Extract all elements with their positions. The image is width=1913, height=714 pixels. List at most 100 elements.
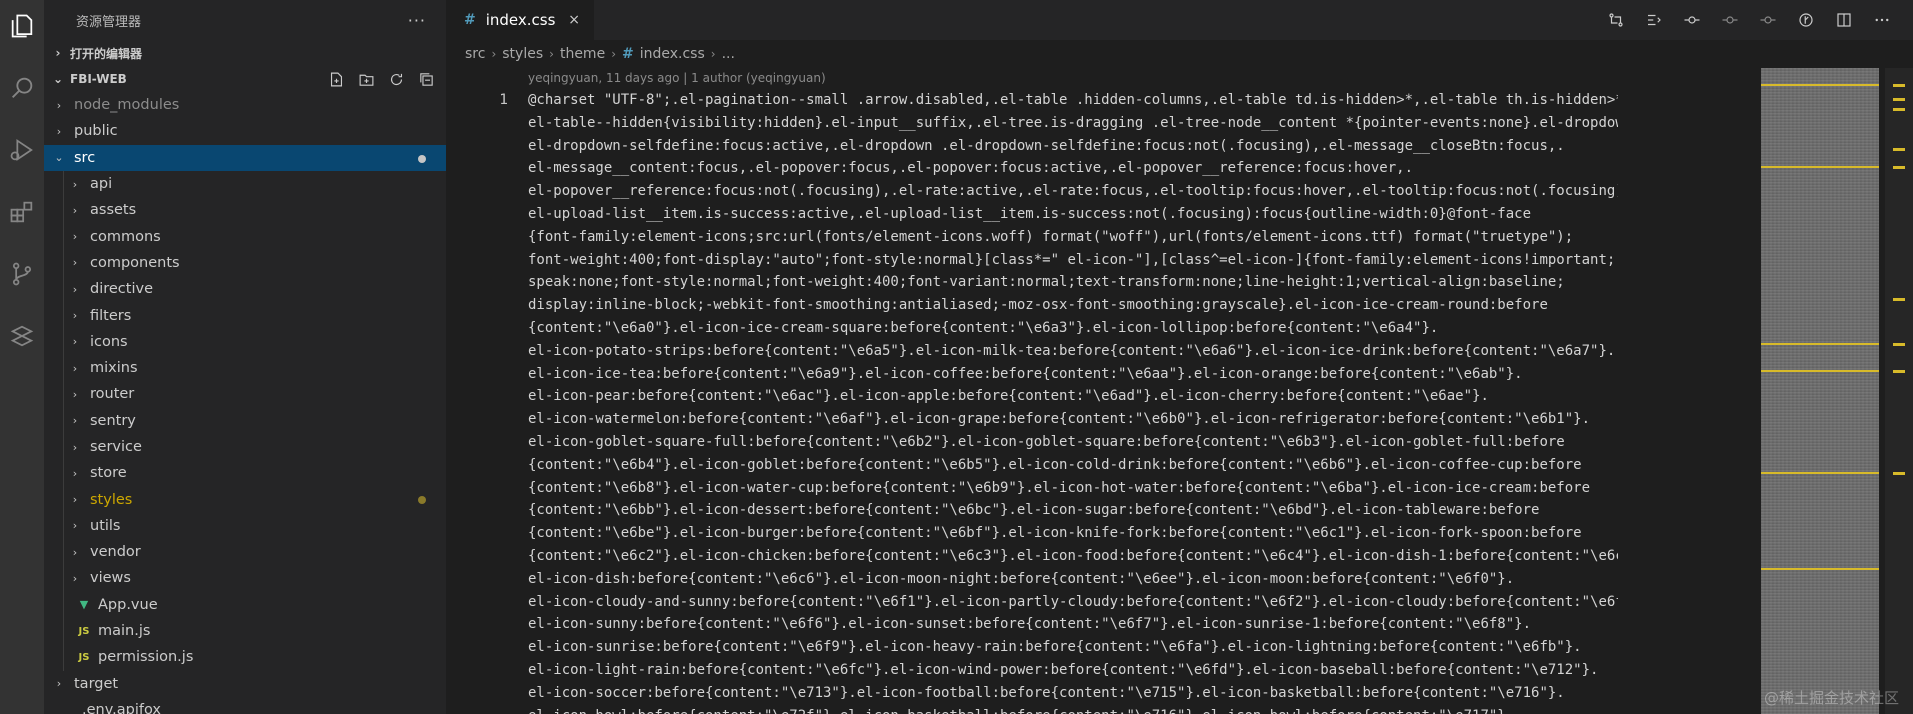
tree-folder[interactable]: › views	[44, 565, 446, 592]
code-line: font-weight:400;font-display:"auto";font…	[528, 251, 1616, 268]
chevron-right-icon: ›	[72, 545, 78, 559]
tab-label: index.css	[485, 11, 556, 29]
breadcrumb-item[interactable]: theme	[560, 46, 605, 62]
chevron-right-icon: ›	[72, 203, 78, 217]
scroll-marker	[1893, 84, 1905, 87]
navigate-icon[interactable]	[1757, 9, 1779, 31]
minimap-marker	[1761, 472, 1879, 474]
breadcrumb-item[interactable]: styles	[502, 46, 543, 62]
chevron-right-icon: ›	[72, 282, 78, 296]
go-back-icon[interactable]	[1681, 9, 1703, 31]
tree-folder[interactable]: › node_modules	[44, 92, 446, 118]
scroll-marker	[1893, 166, 1905, 169]
project-section[interactable]: ⌄ FBI-WEB	[44, 66, 446, 92]
git-blame-annotation[interactable]: yeqingyuan, 11 days ago | 1 author (yeqi…	[528, 71, 826, 85]
chevron-right-icon: ›	[549, 47, 554, 61]
more-actions-icon[interactable]	[1871, 9, 1893, 31]
explorer-title: 资源管理器	[76, 14, 142, 30]
more-actions-icon[interactable]: ···	[408, 11, 426, 30]
tree-folder[interactable]: › styles	[44, 486, 446, 513]
breadcrumb: src › styles › theme › # index.css › ...	[446, 40, 1913, 68]
tree-folder[interactable]: › target	[44, 671, 446, 697]
open-changes-icon[interactable]	[1643, 9, 1665, 31]
chevron-right-icon: ›	[56, 98, 62, 112]
file-tree: › node_modules › public ⌄ src › api › assets › comm…	[44, 92, 446, 714]
chevron-right-icon: ›	[72, 519, 78, 533]
tree-folder[interactable]: › sentry	[44, 407, 446, 434]
css-file-icon: #	[464, 12, 476, 28]
tree-folder[interactable]: › public	[44, 118, 446, 144]
open-editors-section[interactable]: › 打开的编辑器	[44, 40, 446, 66]
minimap-marker	[1761, 370, 1879, 372]
tree-folder[interactable]: › filters	[44, 302, 446, 329]
go-forward-icon[interactable]	[1719, 9, 1741, 31]
source-control-icon[interactable]	[6, 258, 38, 290]
indent-guide	[63, 591, 64, 618]
code-line: el-icon-cloudy-and-sunny:before{content:…	[528, 593, 1618, 610]
tab-index-css[interactable]: # index.css ×	[446, 0, 594, 40]
indent-guide	[63, 249, 64, 277]
scrollbar[interactable]	[1885, 68, 1913, 714]
breadcrumb-item[interactable]: ...	[722, 46, 735, 62]
project-actions	[326, 69, 436, 89]
tree-file[interactable]: ▼ App.vue	[44, 591, 446, 618]
code-line: el-icon-light-rain:before{content:"\e6fc…	[528, 661, 1599, 678]
code-line: el-icon-bowl:before{content:"\e72f"}.el-…	[528, 705, 1618, 714]
tree-file[interactable]: JS main.js	[44, 617, 446, 645]
minimap-marker	[1761, 84, 1879, 86]
tree-item-label: service	[90, 439, 142, 455]
tree-folder[interactable]: › components	[44, 249, 446, 277]
scroll-marker	[1893, 148, 1905, 151]
scroll-marker	[1893, 343, 1905, 346]
code-line: el-message__content:focus,.el-popover:fo…	[528, 160, 1414, 177]
code-content[interactable]: @charset "UTF-8";.el-pagination--small .…	[528, 89, 1618, 714]
code-line: el-icon-goblet-square-full:before{conten…	[528, 433, 1565, 450]
tree-folder[interactable]: › mixins	[44, 354, 446, 382]
chevron-right-icon: ›	[72, 414, 78, 428]
indent-guide	[63, 302, 64, 329]
run-debug-icon[interactable]	[6, 134, 38, 166]
indent-guide	[63, 407, 64, 434]
code-line: {content:"\e6c2"}.el-icon-chicken:before…	[528, 547, 1618, 564]
explorer-sidebar: 资源管理器 ··· › 打开的编辑器 ⌄ FBI-WEB › node_modul…	[44, 0, 446, 714]
search-icon[interactable]	[6, 72, 38, 104]
compare-changes-icon[interactable]	[1605, 9, 1627, 31]
split-editor-icon[interactable]	[1833, 9, 1855, 31]
remote-icon[interactable]	[6, 320, 38, 352]
tree-folder[interactable]: › service	[44, 433, 446, 461]
line-number: 1	[499, 92, 508, 108]
extensions-icon[interactable]	[6, 196, 38, 228]
chevron-right-icon: ›	[72, 309, 78, 323]
tree-item-label: permission.js	[98, 649, 194, 666]
tree-file[interactable]: JS permission.js	[44, 644, 446, 671]
tree-folder[interactable]: › assets	[44, 197, 446, 224]
files-icon[interactable]	[6, 10, 38, 42]
tree-folder[interactable]: › icons	[44, 328, 446, 355]
code-line: el-upload-list__item.is-success:active,.…	[528, 205, 1532, 222]
tree-folder[interactable]: › directive	[44, 276, 446, 303]
tree-folder[interactable]: › commons	[44, 223, 446, 250]
tree-folder[interactable]: › api	[44, 170, 446, 198]
close-icon[interactable]: ×	[568, 12, 580, 28]
new-file-icon[interactable]	[326, 69, 346, 89]
code-line: el-icon-pear:before{content:"\e6ac"}.el-…	[528, 388, 1489, 405]
chevron-right-icon: ›	[72, 256, 78, 270]
collapse-all-icon[interactable]	[416, 69, 436, 89]
refresh-icon[interactable]	[386, 69, 406, 89]
git-lens-icon[interactable]	[1795, 9, 1817, 31]
new-folder-icon[interactable]	[356, 69, 376, 89]
tree-folder[interactable]: ⌄ src	[44, 144, 446, 171]
tree-folder[interactable]: › router	[44, 381, 446, 408]
tree-folder[interactable]: › utils	[44, 512, 446, 540]
code-line: display:inline-block;-webkit-font-smooth…	[528, 297, 1548, 314]
tree-folder[interactable]: › vendor	[44, 539, 446, 566]
tree-item-label: public	[74, 123, 118, 140]
tree-file[interactable]: .env.apifox	[44, 697, 446, 714]
tree-item-label: App.vue	[98, 596, 158, 613]
breadcrumb-item[interactable]: index.css	[640, 46, 705, 62]
minimap[interactable]	[1761, 68, 1879, 714]
chevron-right-icon: ›	[72, 466, 78, 480]
indent-guide	[63, 197, 64, 224]
tree-folder[interactable]: › store	[44, 460, 446, 487]
breadcrumb-item[interactable]: src	[465, 46, 485, 62]
